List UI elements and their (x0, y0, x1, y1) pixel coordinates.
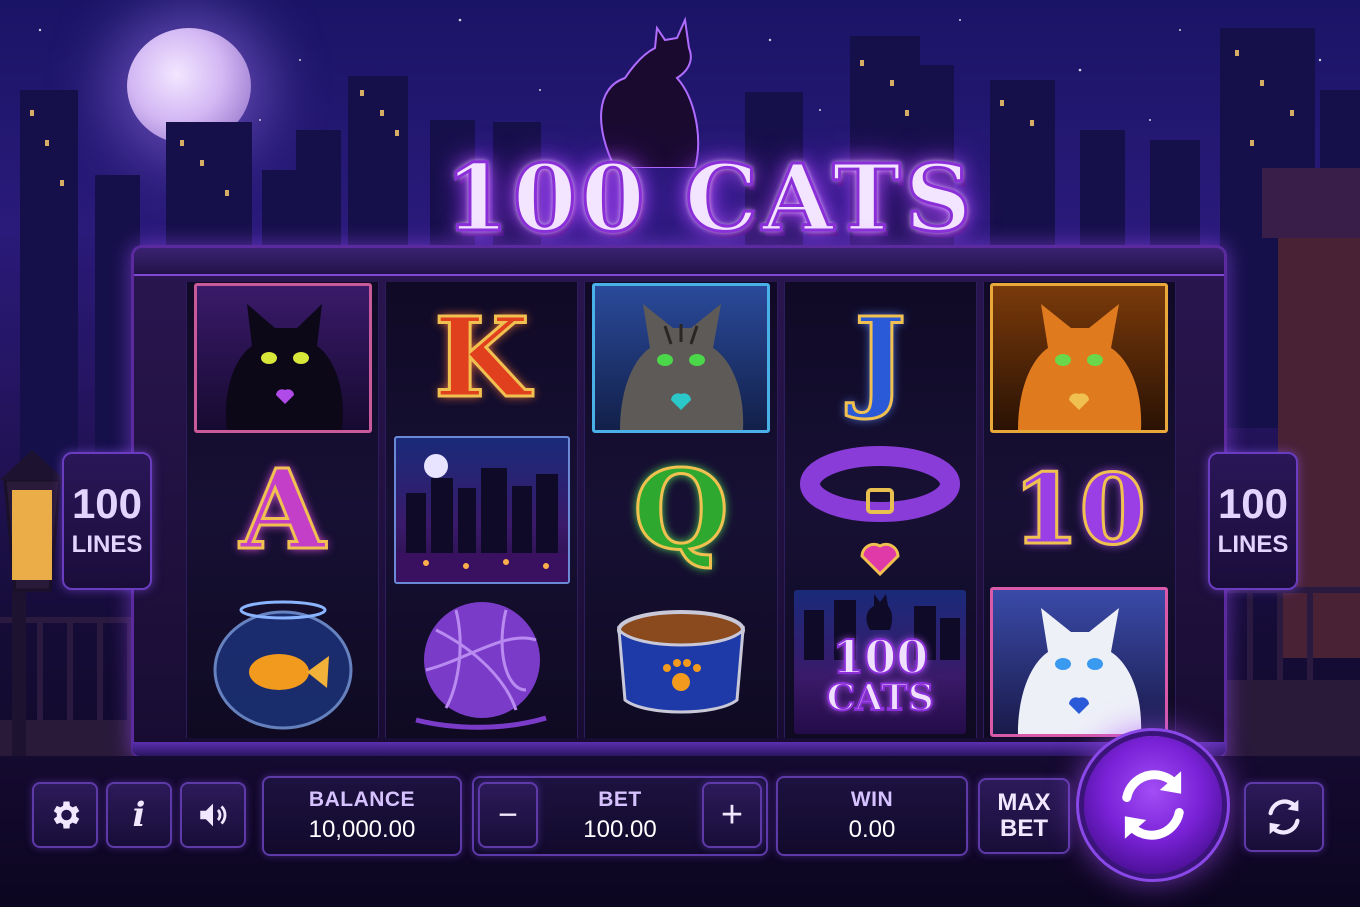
symbol-cell (187, 282, 378, 434)
reel-frame-bottom (132, 742, 1226, 756)
lines-count: 100 (71, 480, 143, 527)
symbol-cell (785, 434, 976, 586)
symbol-cell (984, 282, 1175, 434)
symbol-cell: K (386, 282, 577, 434)
cat-food-bowl-icon (617, 610, 745, 714)
symbol-cell (386, 434, 577, 586)
symbol-cell (984, 586, 1175, 738)
wild-label-line1: 100 (831, 630, 929, 684)
wild-100-cats-symbol: 100 CATS (794, 590, 967, 734)
balance-label: BALANCE (308, 788, 416, 811)
max-bet-button[interactable]: MAX BET (978, 778, 1070, 854)
black-cat-icon (225, 304, 343, 430)
info-icon: i (132, 795, 146, 835)
bet-increase-button[interactable]: + (702, 782, 762, 848)
plus-icon: + (720, 793, 744, 836)
ginger-cat-icon (1018, 304, 1142, 430)
number-10-symbol: 10 (1011, 453, 1148, 566)
reel-1: A (186, 282, 380, 738)
symbol-cell: J (785, 282, 976, 434)
lines-count: 100 (1217, 480, 1289, 527)
reel-frame-top (134, 248, 1224, 276)
reel-4: J 100 CATS (783, 282, 977, 738)
symbol-cell: 100 CATS (785, 586, 976, 738)
spin-arrows-icon (1122, 770, 1184, 840)
info-button[interactable]: i (106, 782, 172, 848)
bet-decrease-button[interactable]: − (478, 782, 538, 848)
tabby-cat-icon (620, 304, 744, 430)
balance-display: BALANCE 10,000.00 (262, 776, 462, 856)
balance-value: 10,000.00 (308, 816, 416, 843)
game-scene: 100 CATS 100 LINES 100 LINES A K Q J 100… (0, 0, 1360, 907)
max-bet-line2: BET (1000, 815, 1048, 842)
win-label: WIN (850, 788, 894, 811)
bet-value: 100.00 (583, 816, 657, 843)
bet-label: BET (598, 788, 642, 811)
symbol-cell (187, 586, 378, 738)
white-cat-symbol (990, 587, 1169, 737)
lines-label: LINES (71, 531, 143, 558)
symbol-cell (386, 586, 577, 738)
win-display: WIN 0.00 (776, 776, 968, 856)
city-night-symbol (393, 436, 570, 584)
purple-collar-icon (800, 446, 961, 577)
gear-icon (53, 801, 80, 829)
symbol-cell (585, 282, 776, 434)
minus-icon: − (498, 795, 518, 834)
reel-2: K (385, 282, 579, 738)
reel-3: Q (584, 282, 778, 738)
white-cat-icon (1018, 608, 1142, 734)
black-cat-symbol (193, 283, 372, 433)
city-night-icon (395, 454, 568, 582)
symbol-cell: Q (585, 434, 776, 586)
letter-a-symbol: A (238, 445, 326, 574)
symbol-cell (585, 586, 776, 738)
settings-button[interactable] (32, 782, 98, 848)
game-title-text: 100 CATS (443, 144, 976, 252)
lines-indicator-left: 100 LINES (62, 452, 152, 590)
reels-grid: A K Q J 100 CATS 10 (186, 282, 1177, 738)
letter-k-symbol: K (433, 293, 532, 422)
letter-j-symbol: J (853, 293, 908, 422)
game-title: 100 CATS (310, 148, 1110, 248)
tabby-cat-symbol (592, 283, 770, 433)
speaker-icon (200, 803, 227, 827)
ginger-cat-symbol (990, 283, 1169, 433)
lines-indicator-right: 100 LINES (1208, 452, 1298, 590)
win-value: 0.00 (848, 816, 896, 843)
spin-button[interactable] (1084, 736, 1222, 874)
max-bet-line1: MAX (997, 788, 1051, 816)
goldfish-bowl-icon (213, 600, 353, 730)
symbol-cell: A (187, 434, 378, 586)
yarn-ball-icon (415, 602, 547, 730)
autoplay-button[interactable] (1244, 782, 1324, 852)
wild-label-line2: CATS (826, 677, 935, 719)
symbol-cell: 10 (984, 434, 1175, 586)
letter-q-symbol: Q (632, 445, 731, 574)
sound-button[interactable] (180, 782, 246, 848)
reel-5: 10 (982, 282, 1177, 738)
wild-label: 100 CATS (794, 630, 966, 719)
lines-label: LINES (1217, 531, 1289, 558)
autoplay-icon (1268, 799, 1300, 835)
